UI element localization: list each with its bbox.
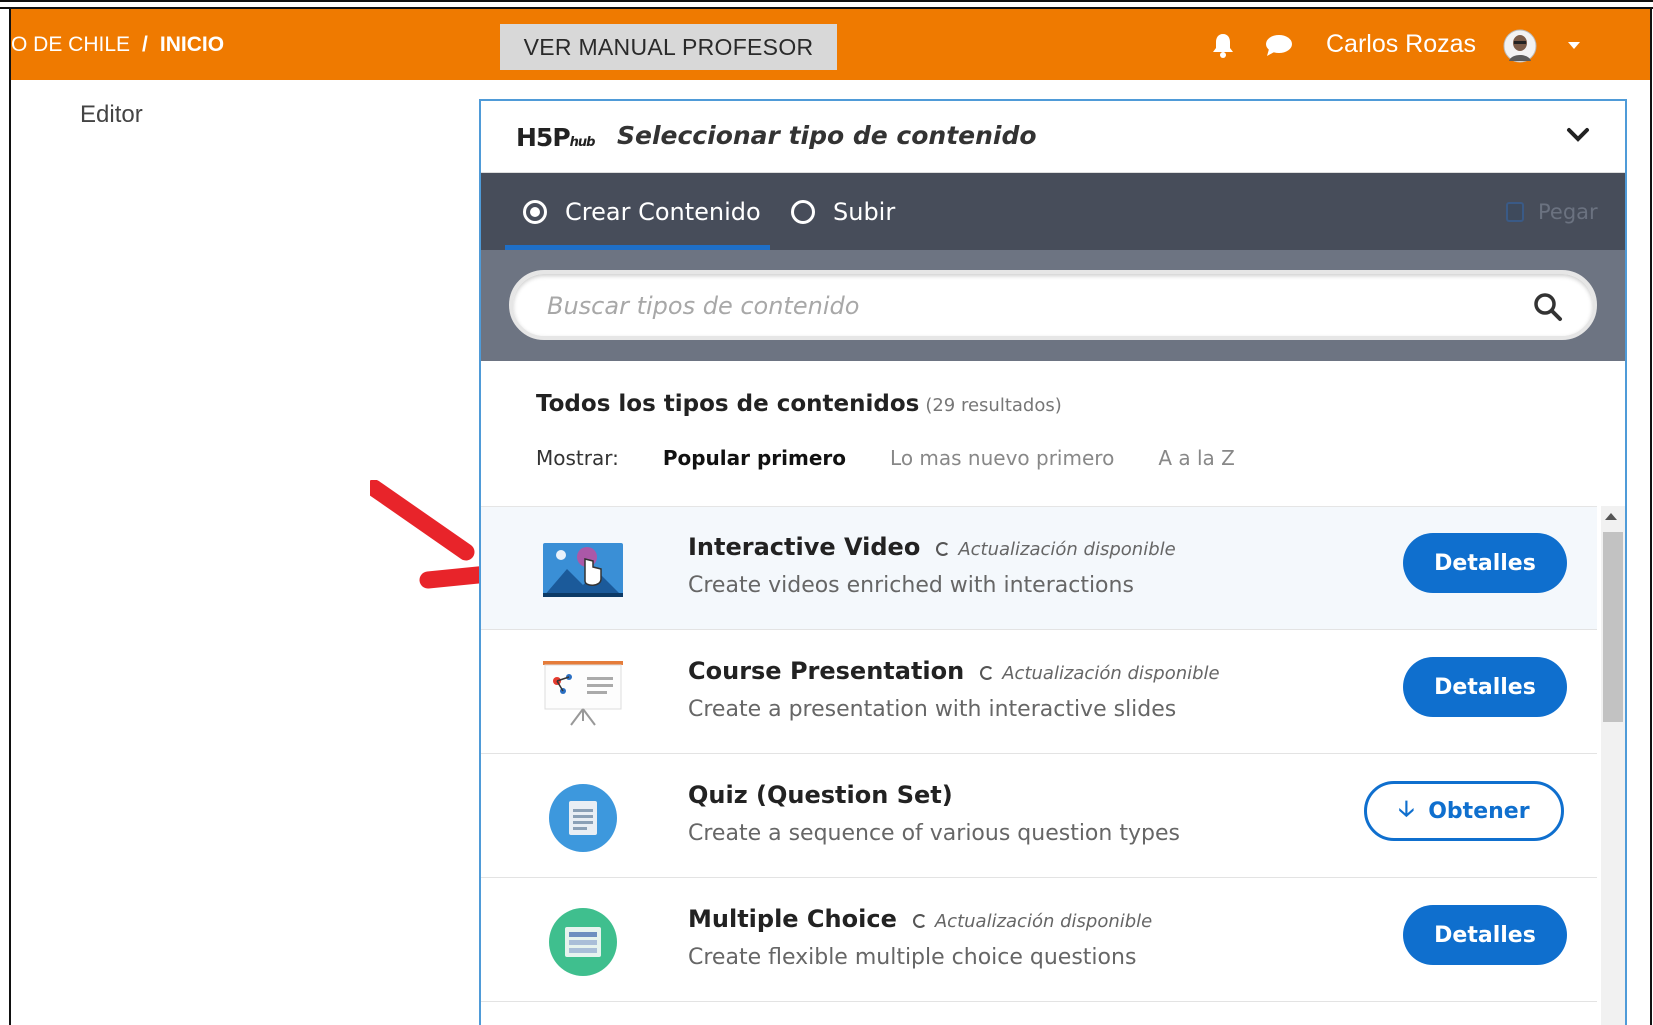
multiple-choice-icon bbox=[549, 908, 617, 976]
refresh-icon bbox=[912, 914, 927, 928]
arrow-down-icon: 🡣 bbox=[1398, 797, 1415, 822]
tab-create-content[interactable]: Crear Contenido bbox=[523, 173, 761, 250]
update-available-badge: Actualización disponible bbox=[936, 539, 1176, 560]
get-button-label: Obtener bbox=[1428, 798, 1530, 824]
results-count: (29 resultados) bbox=[925, 395, 1062, 416]
search-icon[interactable] bbox=[1533, 292, 1563, 322]
bell-icon[interactable] bbox=[1211, 33, 1235, 59]
item-description: Create a presentation with interactive s… bbox=[688, 697, 1177, 722]
search-box[interactable] bbox=[509, 270, 1597, 340]
sort-newest[interactable]: Lo mas nuevo primero bbox=[890, 446, 1114, 470]
search-input[interactable] bbox=[547, 287, 1447, 325]
sort-alphabetical[interactable]: A a la Z bbox=[1158, 446, 1235, 470]
tab-label: Crear Contenido bbox=[565, 197, 761, 226]
sort-label: Mostrar: bbox=[536, 446, 619, 470]
update-available-badge: Actualización disponible bbox=[980, 663, 1220, 684]
item-name[interactable]: Course Presentation Actualización disponi… bbox=[688, 657, 1220, 685]
item-name[interactable]: Multiple Choice Actualización disponible bbox=[688, 905, 1152, 933]
radio-selected-icon bbox=[523, 199, 547, 224]
radio-empty-icon bbox=[791, 199, 815, 224]
scrollbar-thumb[interactable] bbox=[1603, 532, 1623, 722]
frame-top-line bbox=[0, 0, 1653, 2]
results-heading: Todos los tipos de contenidos (29 resulta… bbox=[536, 391, 1062, 417]
refresh-icon bbox=[936, 542, 951, 556]
breadcrumb-separator: / bbox=[142, 32, 148, 56]
paste-label: Pegar bbox=[1538, 199, 1598, 224]
tab-upload[interactable]: Subir bbox=[791, 173, 895, 250]
details-button[interactable]: Detalles bbox=[1403, 657, 1567, 717]
search-area bbox=[481, 250, 1625, 361]
item-description: Create videos enriched with interactions bbox=[688, 573, 1134, 598]
h5p-hub-logo: H5Phub bbox=[516, 123, 595, 152]
update-available-badge: Actualización disponible bbox=[912, 911, 1152, 932]
h5p-hub-panel: H5Phub Seleccionar tipo de contenido Cre… bbox=[479, 99, 1627, 1025]
hub-header[interactable]: H5Phub Seleccionar tipo de contenido bbox=[481, 101, 1625, 173]
details-button[interactable]: Detalles bbox=[1403, 905, 1567, 965]
top-navbar: O DE CHILE / INICIO VER MANUAL PROFESOR … bbox=[11, 9, 1650, 80]
user-name[interactable]: Carlos Rozas bbox=[1326, 9, 1476, 80]
get-button[interactable]: 🡣 Obtener bbox=[1364, 781, 1564, 841]
list-item[interactable]: Course Presentation Actualización disponi… bbox=[481, 631, 1597, 754]
content-type-list: Interactive Video Actualización disponibl… bbox=[481, 506, 1597, 1025]
details-button[interactable]: Detalles bbox=[1403, 533, 1567, 593]
course-presentation-icon bbox=[543, 661, 623, 726]
item-description: Create a sequence of various question ty… bbox=[688, 821, 1180, 846]
quiz-icon bbox=[549, 784, 617, 852]
chat-icon[interactable] bbox=[1265, 33, 1293, 57]
list-item[interactable]: Interactive Video Actualización disponibl… bbox=[481, 507, 1597, 630]
editor-label: Editor bbox=[80, 101, 143, 128]
scroll-up-icon[interactable] bbox=[1605, 513, 1617, 520]
list-item[interactable]: Quiz (Question Set) Create a sequence of… bbox=[481, 755, 1597, 878]
hub-tabbar: Crear Contenido Subir bbox=[481, 173, 1625, 250]
user-menu-caret-icon[interactable] bbox=[1568, 42, 1580, 49]
tab-label: Subir bbox=[833, 197, 896, 226]
sort-options: Mostrar: Popular primero Lo mas nuevo pr… bbox=[536, 446, 1279, 470]
paste-button[interactable]: Pegar bbox=[1506, 173, 1598, 250]
avatar[interactable] bbox=[1503, 29, 1537, 63]
breadcrumb: O DE CHILE / INICIO bbox=[11, 9, 224, 80]
breadcrumb-home[interactable]: INICIO bbox=[160, 33, 224, 57]
breadcrumb-site[interactable]: O DE CHILE bbox=[11, 33, 130, 57]
sort-popular[interactable]: Popular primero bbox=[663, 446, 846, 470]
teacher-manual-button[interactable]: VER MANUAL PROFESOR bbox=[500, 24, 837, 70]
refresh-icon bbox=[980, 666, 995, 680]
item-description: Create flexible multiple choice question… bbox=[688, 945, 1137, 970]
frame-right-line bbox=[1650, 7, 1652, 1025]
chevron-down-icon[interactable] bbox=[1566, 127, 1590, 143]
interactive-video-icon bbox=[543, 543, 623, 597]
clipboard-icon bbox=[1506, 201, 1524, 222]
hub-title: Seleccionar tipo de contenido bbox=[617, 121, 1037, 150]
list-item[interactable]: Multiple Choice Actualización disponible … bbox=[481, 879, 1597, 1002]
item-name[interactable]: Quiz (Question Set) bbox=[688, 781, 953, 809]
frame-left-line bbox=[9, 7, 11, 1025]
item-name[interactable]: Interactive Video Actualización disponibl… bbox=[688, 533, 1176, 561]
